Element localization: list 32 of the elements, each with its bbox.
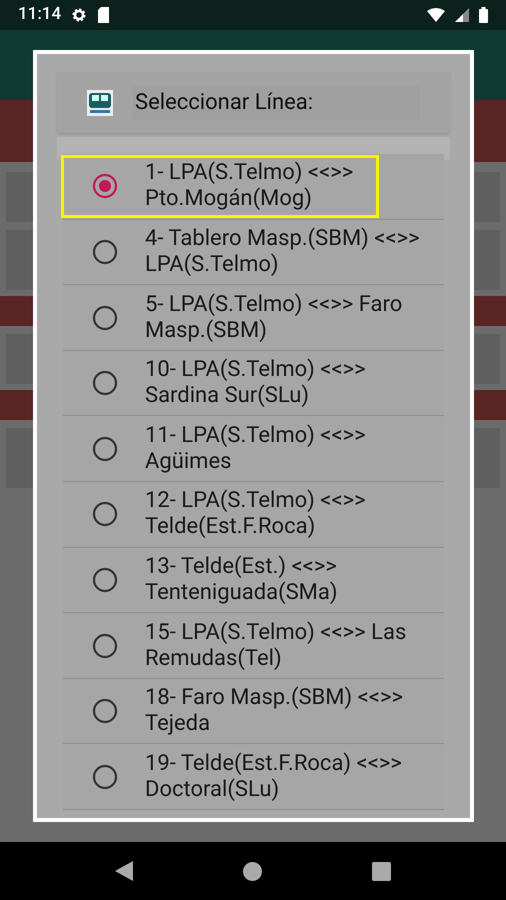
back-icon[interactable] (115, 861, 133, 881)
radio-button[interactable] (92, 304, 118, 331)
option-label: 13- Telde(Est.) <<>> Tenteniguada(SMa) (145, 554, 338, 606)
option-label: 12- LPA(S.Telmo) <<>> Telde(Est.F.Roca) (145, 488, 367, 540)
recents-icon[interactable] (372, 862, 391, 880)
home-icon[interactable] (243, 862, 262, 880)
option-label: 15- LPA(S.Telmo) <<>> Las Remudas(Tel) (145, 620, 408, 672)
radio-button[interactable] (92, 566, 118, 593)
option-label: 19- Telde(Est.F.Roca) <<>> Doctoral(SLu) (145, 750, 403, 803)
option-label: 1- LPA(S.Telmo) <<>> Pto.Mogán(Mog) (145, 160, 354, 212)
bus-icon (87, 90, 113, 116)
radio-button[interactable] (92, 501, 118, 528)
option-label: 18- Faro Masp.(SBM) <<>> Tejeda (145, 685, 404, 738)
radio-button[interactable] (92, 632, 118, 659)
option-label: 5- LPA(S.Telmo) <<>> Faro Masp.(SBM) (145, 292, 404, 344)
option-label: 4- Tablero Masp.(SBM) <<>> LPA(S.Telmo) (145, 226, 421, 278)
wifi-icon (427, 8, 445, 22)
gear-icon (71, 7, 88, 23)
sd-card-icon (97, 7, 110, 23)
radio-button[interactable] (92, 173, 118, 200)
line-option[interactable]: 1- LPA(S.Telmo) <<>> Pto.Mogán(Mog) (63, 154, 444, 220)
radio-button[interactable] (92, 698, 118, 724)
signal-icon (455, 8, 469, 22)
status-time: 11:14 (18, 3, 62, 26)
radio-button[interactable] (92, 238, 118, 265)
radio-button[interactable] (92, 436, 118, 462)
battery-icon (479, 7, 488, 23)
option-label: 10- LPA(S.Telmo) <<>> Sardina Sur(SLu) (145, 357, 367, 410)
radio-button[interactable] (92, 370, 118, 396)
dialog-title: Seleccionar Línea: (133, 85, 420, 120)
option-label: 11- LPA(S.Telmo) <<>> Agüimes (145, 422, 367, 475)
radio-button[interactable] (92, 764, 118, 790)
